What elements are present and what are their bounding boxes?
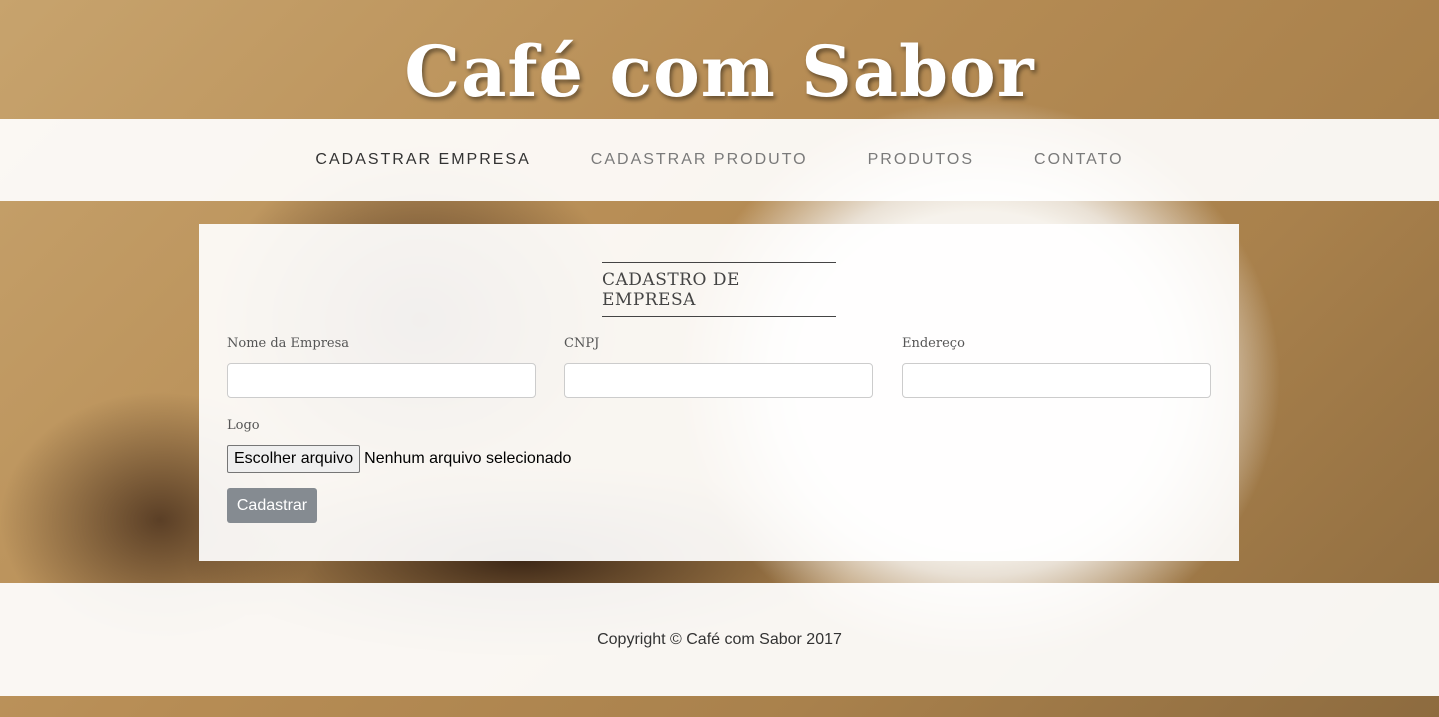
nav-item-cadastrar-produto[interactable]: CADASTRAR PRODUTO bbox=[561, 151, 838, 169]
company-form-card: CADASTRO DE EMPRESA Nome da Empresa CNPJ… bbox=[199, 224, 1239, 561]
company-name-input[interactable] bbox=[227, 363, 536, 398]
copyright-text: Copyright © Café com Sabor 2017 bbox=[597, 630, 842, 648]
file-status-text: Nenhum arquivo selecionado bbox=[364, 450, 572, 467]
logo-label: Logo bbox=[227, 418, 260, 433]
nav-item-cadastrar-empresa[interactable]: CADASTRAR EMPRESA bbox=[285, 151, 560, 169]
form-title-box: CADASTRO DE EMPRESA bbox=[602, 262, 836, 317]
site-title: Café com Sabor bbox=[404, 30, 1035, 113]
submit-button[interactable]: Cadastrar bbox=[227, 488, 317, 523]
footer: Copyright © Café com Sabor 2017 bbox=[0, 583, 1439, 696]
cnpj-input[interactable] bbox=[564, 363, 873, 398]
address-label: Endereço bbox=[902, 336, 965, 351]
nav-item-produtos[interactable]: PRODUTOS bbox=[838, 151, 1004, 169]
nav-item-contato[interactable]: CONTATO bbox=[1004, 151, 1154, 169]
form-title: CADASTRO DE EMPRESA bbox=[602, 269, 740, 310]
logo-file-input: Escolher arquivo Nenhum arquivo selecion… bbox=[227, 445, 571, 473]
cnpj-label: CNPJ bbox=[564, 336, 600, 351]
company-name-label: Nome da Empresa bbox=[227, 336, 350, 351]
main-navbar: CADASTRAR EMPRESA CADASTRAR PRODUTO PROD… bbox=[0, 119, 1439, 201]
address-input[interactable] bbox=[902, 363, 1211, 398]
choose-file-button[interactable]: Escolher arquivo bbox=[227, 445, 361, 473]
